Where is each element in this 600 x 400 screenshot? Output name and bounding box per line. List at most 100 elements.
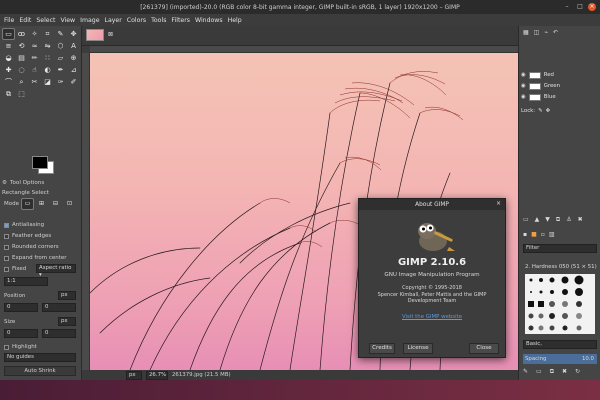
tool-options-tab[interactable]: ⚙ Tool Options: [2, 178, 80, 188]
paths-tab-icon[interactable]: ⌁: [544, 29, 548, 36]
minimize-icon[interactable]: –: [563, 3, 571, 11]
lock-position-icon[interactable]: ✥: [546, 108, 551, 114]
fixed-mode-select[interactable]: Aspect ratio ▾: [36, 264, 76, 278]
blur-icon[interactable]: ◌: [16, 65, 27, 75]
highlight-option[interactable]: Highlight: [4, 344, 37, 350]
paintbrush-icon[interactable]: ✎: [55, 29, 66, 39]
menu-image[interactable]: Image: [80, 17, 99, 24]
close-icon[interactable]: ×: [588, 3, 596, 11]
heal-icon[interactable]: ✚: [3, 65, 14, 75]
menu-help[interactable]: Help: [228, 17, 242, 24]
foreground-select-icon[interactable]: ◪: [42, 77, 53, 87]
brush-preset-select[interactable]: Basic,: [523, 340, 597, 349]
expand-from-center-checkbox[interactable]: [4, 255, 9, 261]
menu-view[interactable]: View: [60, 17, 75, 24]
lock-pixels-icon[interactable]: ✎: [538, 108, 543, 114]
feather-edges-checkbox[interactable]: [4, 233, 9, 239]
gradients-tab-icon[interactable]: ▥: [549, 231, 555, 238]
airbrush-icon[interactable]: ∷: [42, 53, 53, 63]
scissors-icon[interactable]: ✂: [29, 77, 40, 87]
menu-file[interactable]: File: [4, 17, 14, 24]
brush-filter-field[interactable]: Filter: [523, 244, 597, 253]
menu-tools[interactable]: Tools: [151, 17, 166, 24]
new-channel-icon[interactable]: ▭: [523, 216, 529, 224]
measure-icon[interactable]: ⌒: [3, 77, 14, 87]
maximize-icon[interactable]: □: [576, 3, 584, 11]
foreground-color-swatch[interactable]: [32, 156, 48, 169]
refresh-brushes-icon[interactable]: ↻: [575, 368, 580, 376]
zoom-select[interactable]: 26.7%: [146, 370, 168, 380]
channel-row-blue[interactable]: ◉ Blue: [521, 92, 597, 102]
duplicate-brush-icon[interactable]: ⧉: [550, 368, 554, 376]
antialiasing-option[interactable]: Antialiasing: [4, 222, 44, 228]
channel-row-green[interactable]: ◉ Green: [521, 81, 597, 91]
fonts-tab-icon[interactable]: ▫: [541, 231, 545, 238]
mypaint-icon[interactable]: ✐: [68, 77, 79, 87]
visibility-eye-icon[interactable]: ◉: [521, 83, 526, 89]
position-x-field[interactable]: 0: [4, 303, 38, 312]
unit-select[interactable]: px: [126, 370, 142, 380]
menu-edit[interactable]: Edit: [19, 17, 31, 24]
guides-select[interactable]: No guides: [4, 353, 76, 362]
close-tab-icon[interactable]: ⊠: [108, 31, 113, 38]
rounded-corners-option[interactable]: Rounded corners: [4, 244, 59, 250]
bucket-icon[interactable]: ◒: [3, 53, 14, 63]
smudge-icon[interactable]: ☝: [29, 65, 40, 75]
rounded-corners-checkbox[interactable]: [4, 244, 9, 250]
picker-icon[interactable]: ⊿: [68, 65, 79, 75]
transform-icon[interactable]: ⟲: [16, 41, 27, 51]
menu-windows[interactable]: Windows: [195, 17, 223, 24]
credits-button[interactable]: Credits: [369, 343, 395, 354]
duplicate-icon[interactable]: ⧉: [556, 216, 560, 224]
channel-row-red[interactable]: ◉ Red: [521, 70, 597, 80]
unified-transform-icon[interactable]: ⬚: [16, 89, 27, 99]
image-tab-thumbnail[interactable]: [86, 29, 104, 41]
warp-icon[interactable]: ≈: [29, 41, 40, 51]
new-brush-icon[interactable]: ▭: [536, 368, 542, 376]
mode-intersect-icon[interactable]: ⊡: [64, 199, 75, 209]
fixed-checkbox[interactable]: [4, 266, 9, 272]
raise-icon[interactable]: ▲: [535, 216, 540, 224]
rect-select-icon[interactable]: ▭: [2, 28, 15, 40]
edit-brush-icon[interactable]: ✎: [523, 368, 528, 376]
mode-add-icon[interactable]: ⊞: [36, 199, 47, 209]
delete-icon[interactable]: ✖: [578, 216, 583, 224]
pencil-icon[interactable]: ✏: [29, 53, 40, 63]
undo-tab-icon[interactable]: ↶: [553, 29, 558, 36]
anchor-icon[interactable]: ⚓: [566, 216, 571, 224]
menu-colors[interactable]: Colors: [127, 17, 146, 24]
close-button[interactable]: Close: [469, 343, 499, 354]
perspective-clone-icon[interactable]: ⧉: [3, 89, 14, 99]
position-unit-select[interactable]: px: [58, 291, 76, 300]
menu-select[interactable]: Select: [36, 17, 55, 24]
auto-shrink-button[interactable]: Auto Shrink: [4, 366, 76, 376]
expand-from-center-option[interactable]: Expand from center: [4, 255, 67, 261]
size-height-field[interactable]: 0: [42, 329, 76, 338]
website-link[interactable]: Visit the GIMP website: [359, 314, 505, 320]
size-unit-select[interactable]: px: [58, 317, 76, 326]
antialiasing-checkbox[interactable]: [4, 222, 9, 228]
fixed-option[interactable]: Fixed: [4, 266, 26, 272]
flip-icon[interactable]: ⇋: [42, 41, 53, 51]
ink-icon[interactable]: ✑: [55, 77, 66, 87]
menu-layer[interactable]: Layer: [105, 17, 122, 24]
lower-icon[interactable]: ▼: [545, 216, 550, 224]
spacing-slider[interactable]: Spacing 10.0: [523, 354, 597, 364]
delete-brush-icon[interactable]: ✖: [562, 368, 567, 376]
lasso-icon[interactable]: ꝏ: [16, 29, 27, 39]
layers-tab-icon[interactable]: ▦: [523, 29, 529, 36]
mode-replace-icon[interactable]: ▭: [21, 198, 34, 210]
ratio-field[interactable]: 1:1: [4, 277, 48, 286]
position-y-field[interactable]: 0: [42, 303, 76, 312]
align-icon[interactable]: ≡: [3, 41, 14, 51]
move-icon[interactable]: ✥: [68, 29, 79, 39]
size-width-field[interactable]: 0: [4, 329, 38, 338]
feather-edges-option[interactable]: Feather edges: [4, 233, 51, 239]
brush-grid[interactable]: [525, 274, 595, 334]
mode-subtract-icon[interactable]: ⊟: [50, 199, 61, 209]
crop-icon[interactable]: ⌗: [42, 29, 53, 39]
cage-icon[interactable]: ⬡: [55, 41, 66, 51]
visibility-eye-icon[interactable]: ◉: [521, 72, 526, 78]
path-icon[interactable]: ✒: [55, 65, 66, 75]
eraser-icon[interactable]: ▱: [55, 53, 66, 63]
